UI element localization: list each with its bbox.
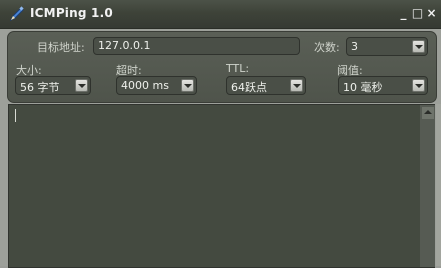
timeout-value: 4000 ms — [121, 79, 169, 92]
settings-panel: 目标地址: 127.0.0.1 次数: 3 大小: 超时: TTL: 阈值: 5… — [7, 31, 437, 103]
target-label: 目标地址: — [37, 41, 85, 54]
scroll-up-arrow-icon[interactable] — [422, 107, 434, 119]
title-bar[interactable]: ICMPing 1.0 _ □ × — [0, 0, 441, 29]
count-value: 3 — [351, 40, 358, 53]
text-caret — [15, 109, 16, 122]
window-title: ICMPing 1.0 — [30, 6, 113, 20]
maximize-button[interactable]: □ — [411, 7, 424, 20]
size-select[interactable]: 56 字节 — [15, 76, 91, 95]
count-select[interactable]: 3 — [346, 37, 428, 56]
ttl-label: TTL: — [226, 62, 250, 75]
chevron-down-icon[interactable] — [412, 79, 425, 92]
threshold-select[interactable]: 10 毫秒 — [338, 76, 428, 95]
size-value: 56 字节 — [20, 81, 60, 94]
count-label: 次数: — [314, 41, 340, 54]
vertical-scrollbar[interactable] — [420, 105, 435, 267]
window-border — [436, 104, 441, 266]
chevron-down-icon[interactable] — [75, 79, 88, 92]
ttl-select[interactable]: 64跃点 — [226, 76, 306, 95]
threshold-value: 10 毫秒 — [343, 81, 383, 94]
ttl-value: 64跃点 — [231, 81, 267, 94]
output-textarea[interactable] — [8, 104, 435, 268]
chevron-down-icon[interactable] — [412, 40, 425, 53]
chevron-down-icon[interactable] — [181, 79, 194, 92]
target-address-input[interactable]: 127.0.0.1 — [93, 37, 300, 55]
minimize-button[interactable]: _ — [397, 7, 410, 20]
pencil-icon — [8, 5, 26, 23]
app-window: ICMPing 1.0 _ □ × 目标地址: 127.0.0.1 次数: 3 … — [0, 0, 441, 268]
timeout-select[interactable]: 4000 ms — [116, 76, 197, 95]
chevron-down-icon[interactable] — [290, 79, 303, 92]
close-button[interactable]: × — [425, 7, 438, 20]
